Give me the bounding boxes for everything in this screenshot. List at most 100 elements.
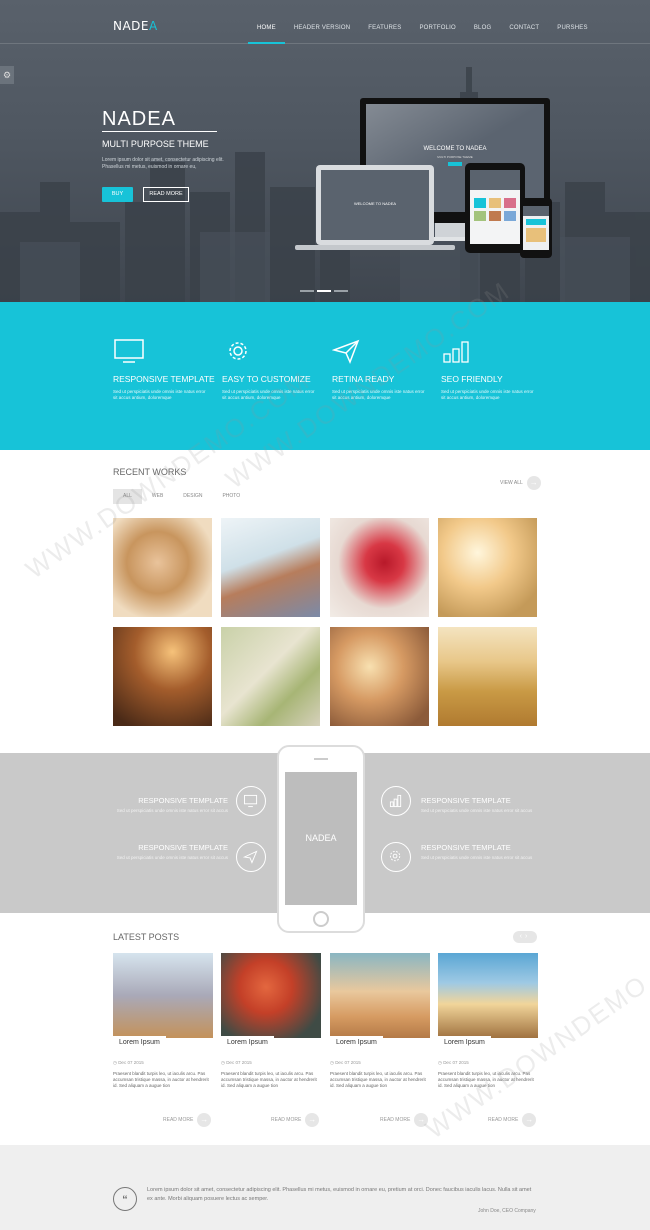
post-title[interactable]: Lorem Ipsum	[438, 1036, 491, 1049]
post-excerpt: Praesent blandit turpis leo, ut iaculis …	[330, 1071, 426, 1088]
nav-portfolio[interactable]: PORTFOLIO	[410, 0, 464, 44]
read-more-label: READ MORE	[163, 1117, 194, 1123]
read-more-link[interactable]: READ MORE →	[271, 1113, 320, 1127]
nav-contact[interactable]: CONTACT	[500, 0, 548, 44]
feature-text: Sed ut perspiciatis unde omnis iste natu…	[441, 389, 534, 400]
post-date-text: Dec 07 2015	[226, 1060, 252, 1065]
slider-dot-active[interactable]	[317, 290, 331, 292]
post-image-tools[interactable]	[113, 953, 213, 1038]
portfolio-item-woman-hat[interactable]	[113, 518, 212, 617]
testimonial-text: Lorem ipsum dolor sit amet, consectetur …	[147, 1187, 532, 1202]
filter-all[interactable]: ALL	[113, 489, 142, 504]
read-more-label: READ MORE	[271, 1117, 302, 1123]
feature-retina: RETINA READY Sed ut perspiciatis unde om…	[332, 338, 432, 401]
monitor-screen-heading: WELCOME TO NADEA	[423, 146, 486, 152]
hero-subtitle: MULTI PURPOSE THEME	[102, 139, 209, 149]
post-title[interactable]: Lorem Ipsum	[113, 1036, 166, 1049]
read-more-button[interactable]: READ MORE	[143, 187, 189, 202]
hero-divider	[102, 131, 217, 132]
features-section: RESPONSIVE TEMPLATE Sed ut perspiciatis …	[0, 302, 650, 450]
portfolio-item-heart-leaf[interactable]	[221, 627, 320, 726]
portfolio-item-sunlight[interactable]	[438, 518, 537, 617]
post-excerpt: Praesent blandit turpis leo, ut iaculis …	[438, 1071, 534, 1088]
app-feature-title: RESPONSIVE TEMPLATE	[138, 843, 228, 852]
gear-icon	[381, 842, 411, 872]
app-feature-title: RESPONSIVE TEMPLATE	[421, 796, 511, 805]
view-all-label: VIEW ALL	[500, 480, 523, 486]
post-date: ◷ Dec 07 2015	[221, 1060, 252, 1065]
post-date: ◷ Dec 07 2015	[113, 1060, 144, 1065]
recent-works-title: RECENT WORKS	[113, 467, 187, 477]
monitor-icon	[236, 786, 266, 816]
app-feature-text: Sed ut perspiciatis unde omnis iste natu…	[421, 808, 533, 813]
app-feature-left-1: RESPONSIVE TEMPLATE Sed ut perspiciatis …	[53, 796, 228, 814]
filter-photo[interactable]: PHOTO	[212, 489, 250, 504]
arrow-right-icon: →	[305, 1113, 320, 1127]
post-card: Lorem Ipsum ◷ Dec 07 2015 Praesent bland…	[113, 953, 213, 1127]
paper-plane-icon	[332, 339, 360, 364]
feature-responsive: RESPONSIVE TEMPLATE Sed ut perspiciatis …	[113, 338, 215, 401]
latest-posts-title: LATEST POSTS	[113, 932, 180, 942]
paper-plane-icon	[236, 842, 266, 872]
read-more-label: READ MORE	[488, 1117, 519, 1123]
post-image-beach[interactable]	[330, 953, 430, 1038]
portfolio-item-couple[interactable]	[221, 518, 320, 617]
laptop-screen-heading: WELCOME TO NADEA	[354, 201, 396, 206]
feature-title: RETINA READY	[332, 374, 395, 384]
read-more-label: READ MORE	[380, 1117, 411, 1123]
post-card: Lorem Ipsum ◷ Dec 07 2015 Praesent bland…	[221, 953, 321, 1127]
phone-screen-label: NADEA	[285, 772, 357, 905]
read-more-link[interactable]: READ MORE →	[488, 1113, 537, 1127]
nav-purshes[interactable]: PURSHES	[548, 0, 596, 44]
app-feature-text: Sed ut perspiciatis unde omnis iste natu…	[116, 855, 228, 860]
portfolio-item-friends[interactable]	[330, 627, 429, 726]
feature-seo: SEO FRIENDLY Sed ut perspiciatis unde om…	[441, 338, 541, 401]
read-more-link[interactable]: READ MORE →	[163, 1113, 212, 1127]
hero-section: NADEA HOME HEADER VERSION FEATURES PORTF…	[0, 0, 650, 302]
hero-title: NADEA	[102, 108, 176, 130]
post-date-text: Dec 07 2015	[118, 1060, 144, 1065]
app-feature-text: Sed ut perspiciatis unde omnis iste natu…	[116, 808, 228, 813]
feature-customize: EASY TO CUSTOMIZE Sed ut perspiciatis un…	[222, 338, 322, 401]
phone-speaker	[314, 758, 328, 760]
logo[interactable]: NADEA	[113, 19, 158, 33]
app-feature-title: RESPONSIVE TEMPLATE	[421, 843, 511, 852]
arrow-right-icon: →	[522, 1113, 537, 1127]
filter-web[interactable]: WEB	[142, 489, 173, 504]
slider-dot[interactable]	[334, 290, 348, 292]
logo-text: NADE	[113, 19, 150, 33]
arrow-right-icon: →	[526, 476, 541, 490]
post-date-text: Dec 07 2015	[443, 1060, 469, 1065]
nav-home[interactable]: HOME	[248, 0, 285, 44]
arrow-right-icon: →	[414, 1113, 429, 1127]
buy-button[interactable]: BUY	[102, 187, 133, 202]
portfolio-item-sunset-silhouette[interactable]	[113, 627, 212, 726]
posts-prev-next[interactable]: ‹›	[513, 931, 537, 943]
phone-home-button	[313, 911, 329, 927]
portfolio-item-red-dress[interactable]	[330, 518, 429, 617]
feature-title: SEO FRIENDLY	[441, 374, 503, 384]
monitor-icon	[114, 339, 144, 363]
nav-header-version[interactable]: HEADER VERSION	[285, 0, 359, 44]
post-title[interactable]: Lorem Ipsum	[330, 1036, 383, 1049]
bar-chart-icon	[443, 341, 469, 363]
feature-text: Sed ut perspiciatis unde omnis iste natu…	[222, 389, 315, 400]
filter-design[interactable]: DESIGN	[173, 489, 212, 504]
slider-dots[interactable]	[300, 290, 348, 292]
view-all-link[interactable]: VIEW ALL →	[500, 476, 541, 490]
nav-blog[interactable]: BLOG	[465, 0, 500, 44]
top-navigation: NADEA HOME HEADER VERSION FEATURES PORTF…	[0, 0, 650, 44]
post-image-jumping[interactable]	[438, 953, 538, 1038]
nav-features[interactable]: FEATURES	[359, 0, 410, 44]
app-feature-left-2: RESPONSIVE TEMPLATE Sed ut perspiciatis …	[53, 843, 228, 861]
post-title[interactable]: Lorem Ipsum	[221, 1036, 274, 1049]
settings-gear-icon[interactable]: ⚙	[0, 66, 14, 84]
gear-icon	[229, 342, 247, 360]
bar-chart-icon	[381, 786, 411, 816]
portfolio-item-hay-field[interactable]	[438, 627, 537, 726]
read-more-link[interactable]: READ MORE →	[380, 1113, 429, 1127]
hero-text: Lorem ipsum dolor sit amet, consectetur …	[102, 157, 224, 170]
slider-dot[interactable]	[300, 290, 314, 292]
phone-mockup: NADEA	[277, 745, 365, 933]
post-image-camera[interactable]	[221, 953, 321, 1038]
